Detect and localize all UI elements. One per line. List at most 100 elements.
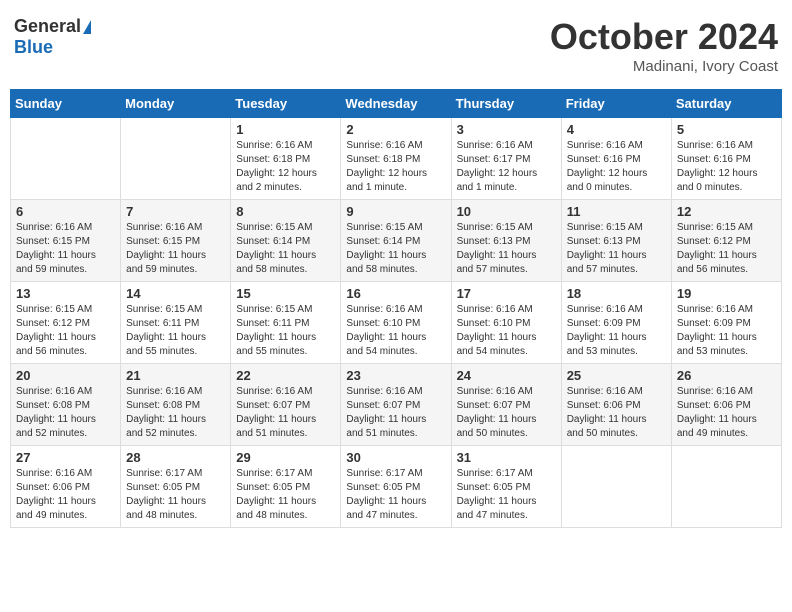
day-number: 15 [236,286,335,301]
day-info: Sunrise: 6:15 AM Sunset: 6:11 PM Dayligh… [236,303,335,359]
day-info: Sunrise: 6:16 AM Sunset: 6:18 PM Dayligh… [346,139,445,195]
weekday-header-tuesday: Tuesday [231,90,341,118]
day-info: Sunrise: 6:16 AM Sunset: 6:18 PM Dayligh… [236,139,335,195]
weekday-header-monday: Monday [121,90,231,118]
weekday-header-saturday: Saturday [671,90,781,118]
calendar-cell [671,446,781,528]
title-section: October 2024 Madinani, Ivory Coast [550,16,778,75]
calendar-cell: 26Sunrise: 6:16 AM Sunset: 6:06 PM Dayli… [671,364,781,446]
logo-general-text: General [14,16,81,37]
weekday-header-friday: Friday [561,90,671,118]
day-number: 3 [457,122,556,137]
calendar-cell: 19Sunrise: 6:16 AM Sunset: 6:09 PM Dayli… [671,282,781,364]
calendar-cell: 30 Sunrise: 6:17 AM Sunset: 6:05 PM Dayli… [341,446,451,528]
day-number: 10 [457,204,556,219]
calendar-cell: 3 Sunrise: 6:16 AM Sunset: 6:17 PM Daylig… [451,118,561,200]
calendar-table: SundayMondayTuesdayWednesdayThursdayFrid… [10,89,782,528]
day-info: Sunrise: 6:15 AM Sunset: 6:12 PM Dayligh… [677,221,776,277]
day-info: Sunrise: 6:15 AM Sunset: 6:14 PM Dayligh… [346,221,445,277]
day-info: Sunrise: 6:16 AM Sunset: 6:15 PM Dayligh… [16,221,115,277]
calendar-cell: 25 Sunrise: 6:16 AM Sunset: 6:06 PM Dayli… [561,364,671,446]
calendar-cell: 2 Sunrise: 6:16 AM Sunset: 6:18 PM Daylig… [341,118,451,200]
day-number: 14 [126,286,225,301]
logo-triangle-icon [83,20,91,34]
day-info: Sunrise: 6:16 AM Sunset: 6:06 PM Dayligh… [567,385,666,441]
location-subtitle: Madinani, Ivory Coast [550,58,778,75]
weekday-header-row: SundayMondayTuesdayWednesdayThursdayFrid… [11,90,782,118]
calendar-cell: 24Sunrise: 6:16 AM Sunset: 6:07 PM Dayli… [451,364,561,446]
day-number: 21 [126,368,225,383]
day-info: Sunrise: 6:15 AM Sunset: 6:13 PM Dayligh… [457,221,556,277]
day-info: Sunrise: 6:16 AM Sunset: 6:07 PM Dayligh… [346,385,445,441]
day-number: 11 [567,204,666,219]
day-info: Sunrise: 6:17 AM Sunset: 6:05 PM Dayligh… [346,467,445,523]
calendar-header: SundayMondayTuesdayWednesdayThursdayFrid… [11,90,782,118]
day-info: Sunrise: 6:16 AM Sunset: 6:16 PM Dayligh… [677,139,776,195]
calendar-cell: 17Sunrise: 6:16 AM Sunset: 6:10 PM Dayli… [451,282,561,364]
day-number: 23 [346,368,445,383]
day-info: Sunrise: 6:16 AM Sunset: 6:09 PM Dayligh… [677,303,776,359]
day-info: Sunrise: 6:16 AM Sunset: 6:08 PM Dayligh… [16,385,115,441]
day-number: 27 [16,450,115,465]
day-info: Sunrise: 6:16 AM Sunset: 6:17 PM Dayligh… [457,139,556,195]
calendar-cell [561,446,671,528]
day-number: 28 [126,450,225,465]
calendar-body: 1Sunrise: 6:16 AM Sunset: 6:18 PM Daylig… [11,118,782,528]
day-number: 7 [126,204,225,219]
calendar-cell: 12Sunrise: 6:15 AM Sunset: 6:12 PM Dayli… [671,200,781,282]
calendar-cell: 9 Sunrise: 6:15 AM Sunset: 6:14 PM Daylig… [341,200,451,282]
calendar-cell: 21Sunrise: 6:16 AM Sunset: 6:08 PM Dayli… [121,364,231,446]
calendar-cell: 27 Sunrise: 6:16 AM Sunset: 6:06 PM Dayli… [11,446,121,528]
weekday-header-wednesday: Wednesday [341,90,451,118]
day-info: Sunrise: 6:16 AM Sunset: 6:06 PM Dayligh… [16,467,115,523]
calendar-cell: 4Sunrise: 6:16 AM Sunset: 6:16 PM Daylig… [561,118,671,200]
day-number: 9 [346,204,445,219]
day-info: Sunrise: 6:16 AM Sunset: 6:10 PM Dayligh… [346,303,445,359]
calendar-cell: 18 Sunrise: 6:16 AM Sunset: 6:09 PM Dayli… [561,282,671,364]
day-number: 16 [346,286,445,301]
calendar-cell: 1Sunrise: 6:16 AM Sunset: 6:18 PM Daylig… [231,118,341,200]
calendar-cell: 28 Sunrise: 6:17 AM Sunset: 6:05 PM Dayli… [121,446,231,528]
page-header: General Blue October 2024 Madinani, Ivor… [10,10,782,81]
day-info: Sunrise: 6:16 AM Sunset: 6:10 PM Dayligh… [457,303,556,359]
day-info: Sunrise: 6:16 AM Sunset: 6:16 PM Dayligh… [567,139,666,195]
calendar-week-row: 13 Sunrise: 6:15 AM Sunset: 6:12 PM Dayli… [11,282,782,364]
day-number: 26 [677,368,776,383]
day-number: 13 [16,286,115,301]
day-info: Sunrise: 6:16 AM Sunset: 6:09 PM Dayligh… [567,303,666,359]
calendar-cell: 7 Sunrise: 6:16 AM Sunset: 6:15 PM Daylig… [121,200,231,282]
calendar-week-row: 6Sunrise: 6:16 AM Sunset: 6:15 PM Daylig… [11,200,782,282]
day-number: 22 [236,368,335,383]
calendar-week-row: 1Sunrise: 6:16 AM Sunset: 6:18 PM Daylig… [11,118,782,200]
day-number: 2 [346,122,445,137]
calendar-cell: 13 Sunrise: 6:15 AM Sunset: 6:12 PM Dayli… [11,282,121,364]
calendar-cell: 31 Sunrise: 6:17 AM Sunset: 6:05 PM Dayli… [451,446,561,528]
calendar-cell: 11 Sunrise: 6:15 AM Sunset: 6:13 PM Dayli… [561,200,671,282]
day-number: 25 [567,368,666,383]
calendar-cell: 6Sunrise: 6:16 AM Sunset: 6:15 PM Daylig… [11,200,121,282]
calendar-cell: 29Sunrise: 6:17 AM Sunset: 6:05 PM Dayli… [231,446,341,528]
day-info: Sunrise: 6:16 AM Sunset: 6:07 PM Dayligh… [236,385,335,441]
logo: General Blue [14,16,91,58]
weekday-header-thursday: Thursday [451,90,561,118]
calendar-cell: 15 Sunrise: 6:15 AM Sunset: 6:11 PM Dayli… [231,282,341,364]
day-info: Sunrise: 6:15 AM Sunset: 6:13 PM Dayligh… [567,221,666,277]
day-info: Sunrise: 6:17 AM Sunset: 6:05 PM Dayligh… [126,467,225,523]
calendar-cell: 22 Sunrise: 6:16 AM Sunset: 6:07 PM Dayli… [231,364,341,446]
calendar-cell: 14Sunrise: 6:15 AM Sunset: 6:11 PM Dayli… [121,282,231,364]
calendar-week-row: 27 Sunrise: 6:16 AM Sunset: 6:06 PM Dayli… [11,446,782,528]
day-info: Sunrise: 6:17 AM Sunset: 6:05 PM Dayligh… [457,467,556,523]
calendar-cell [11,118,121,200]
calendar-cell: 20Sunrise: 6:16 AM Sunset: 6:08 PM Dayli… [11,364,121,446]
calendar-week-row: 20Sunrise: 6:16 AM Sunset: 6:08 PM Dayli… [11,364,782,446]
month-title: October 2024 [550,16,778,58]
day-number: 18 [567,286,666,301]
day-info: Sunrise: 6:15 AM Sunset: 6:14 PM Dayligh… [236,221,335,277]
day-info: Sunrise: 6:15 AM Sunset: 6:12 PM Dayligh… [16,303,115,359]
day-info: Sunrise: 6:16 AM Sunset: 6:15 PM Dayligh… [126,221,225,277]
day-info: Sunrise: 6:16 AM Sunset: 6:07 PM Dayligh… [457,385,556,441]
calendar-cell: 8Sunrise: 6:15 AM Sunset: 6:14 PM Daylig… [231,200,341,282]
calendar-cell: 10 Sunrise: 6:15 AM Sunset: 6:13 PM Dayli… [451,200,561,282]
day-number: 31 [457,450,556,465]
day-number: 30 [346,450,445,465]
